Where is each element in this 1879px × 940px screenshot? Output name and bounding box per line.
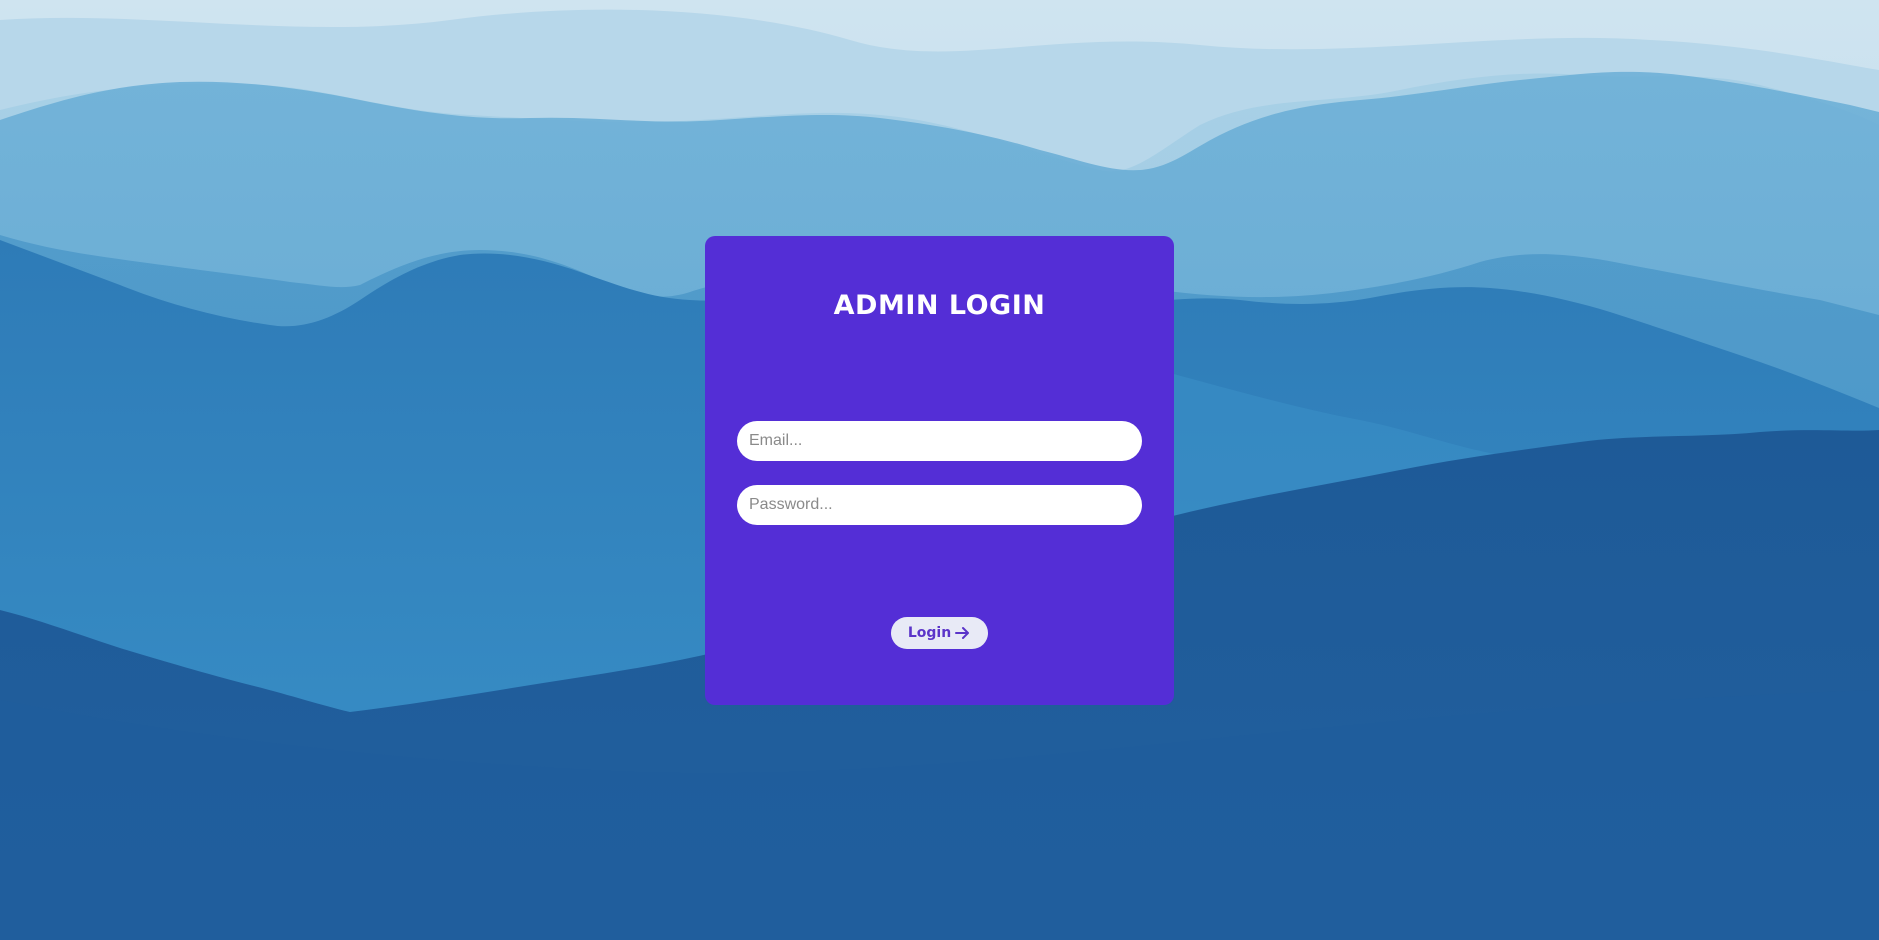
login-button[interactable]: Login bbox=[891, 617, 988, 649]
page-title: ADMIN LOGIN bbox=[833, 290, 1046, 321]
arrow-right-icon bbox=[955, 627, 970, 639]
password-field[interactable] bbox=[737, 485, 1142, 525]
login-button-label: Login bbox=[907, 625, 952, 641]
email-field[interactable] bbox=[737, 421, 1142, 461]
login-page: ADMIN LOGIN Login bbox=[0, 0, 1879, 940]
